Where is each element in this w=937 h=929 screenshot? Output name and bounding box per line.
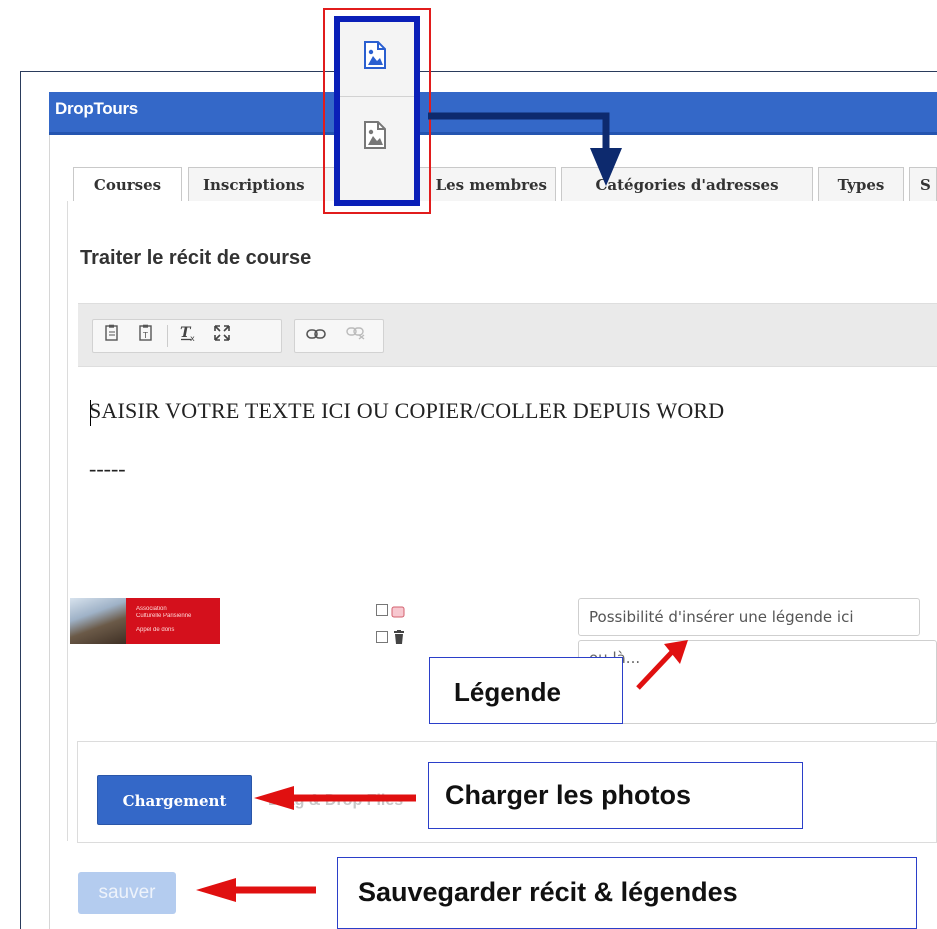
annotation-text: Charger les photos bbox=[445, 780, 692, 810]
annotation-text: Sauvegarder récit & légendes bbox=[358, 877, 738, 907]
annotation-sauvegarder: Sauvegarder récit & légendes bbox=[337, 857, 917, 929]
annotation-legende: Légende bbox=[429, 657, 623, 724]
navy-arrowhead bbox=[590, 148, 622, 186]
chargement-arrowhead bbox=[254, 786, 294, 810]
annotation-charger-photos: Charger les photos bbox=[428, 762, 803, 829]
legende-arrow-shaft bbox=[636, 650, 674, 690]
sauver-arrowhead bbox=[196, 878, 236, 902]
legende-arrowhead bbox=[664, 640, 688, 664]
navy-connector-arrow bbox=[428, 112, 610, 150]
annotation-text: Légende bbox=[454, 677, 561, 707]
